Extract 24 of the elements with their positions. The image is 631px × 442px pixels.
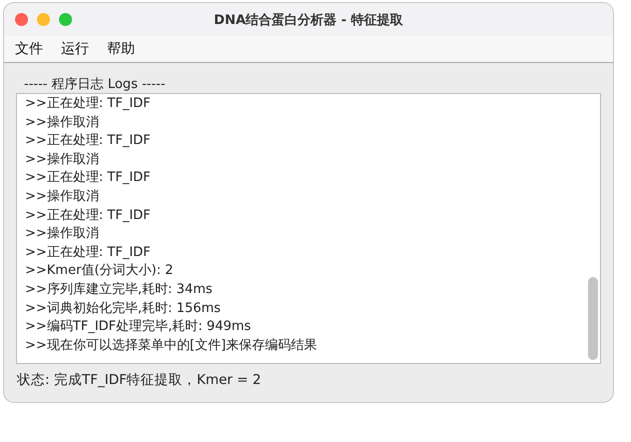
- minimize-button[interactable]: [37, 13, 50, 26]
- status-text: 状态: 完成TF_IDF特征提取，Kmer = 2: [16, 371, 262, 389]
- log-line: >>正在处理: TF_IDF: [25, 244, 152, 262]
- log-line: >>正在处理: TF_IDF: [25, 95, 152, 113]
- menu-item[interactable]: 运行: [61, 40, 89, 58]
- log-line: >>操作取消: [25, 150, 100, 169]
- scrollbar-thumb[interactable]: [588, 277, 598, 360]
- log-line: >>操作取消: [25, 114, 100, 132]
- log-line: >>操作取消: [25, 225, 100, 244]
- log-title: ----- 程序日志 Logs -----: [23, 77, 166, 93]
- window-title: DNA结合蛋白分析器 - 特征提取: [214, 12, 404, 28]
- log-line: >>编码TF_IDF处理完毕,耗时: 949ms: [25, 318, 252, 336]
- log-line: >>词典初始化完毕,耗时: 156ms: [25, 300, 222, 318]
- menu-item[interactable]: 帮助: [107, 40, 135, 58]
- log-line: >>Kmer值(分词大小): 2: [25, 262, 174, 280]
- log-line: >>正在处理: TF_IDF: [25, 132, 152, 150]
- close-button[interactable]: [15, 13, 28, 26]
- log-line: >>序列库建立完毕,耗时: 34ms: [25, 280, 214, 299]
- log-line: >>操作取消: [25, 188, 100, 206]
- maximize-button[interactable]: [59, 13, 72, 26]
- log-line: >>正在处理: TF_IDF: [25, 169, 152, 188]
- log-line: >>现在你可以选择菜单中的[文件]来保存编码结果: [25, 336, 318, 355]
- menu-item[interactable]: 文件: [15, 40, 43, 58]
- log-line: >>正在处理: TF_IDF: [25, 206, 152, 225]
